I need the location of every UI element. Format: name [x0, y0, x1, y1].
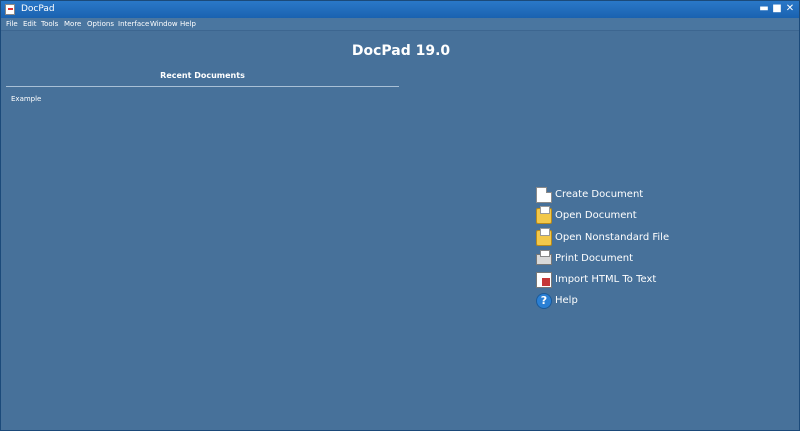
- window-title: DocPad: [21, 4, 55, 14]
- divider: [6, 86, 399, 87]
- menu-window[interactable]: Window: [150, 19, 178, 29]
- open-document-label: Open Document: [555, 210, 637, 221]
- menu-options[interactable]: Options: [87, 19, 114, 29]
- import-icon: [536, 272, 552, 288]
- open-nonstandard-file-label: Open Nonstandard File: [555, 232, 670, 243]
- open-folder-icon: [536, 228, 552, 246]
- app-window: DocPad ▬ ■ ✕ File Edit Tools More Option…: [0, 0, 800, 431]
- recent-documents-title: Recent Documents: [160, 71, 245, 80]
- printer-icon: [536, 250, 552, 265]
- new-document-icon: [536, 187, 552, 203]
- menu-edit[interactable]: Edit: [23, 19, 37, 29]
- maximize-button[interactable]: ■: [771, 3, 783, 15]
- print-document-label: Print Document: [555, 253, 633, 264]
- minimize-button[interactable]: ▬: [758, 3, 770, 15]
- title-bar[interactable]: DocPad ▬ ■ ✕: [1, 1, 799, 18]
- help-label: Help: [555, 295, 578, 306]
- help-icon: ?: [536, 293, 552, 309]
- open-folder-icon: [536, 206, 552, 224]
- menu-interface[interactable]: Interface: [118, 19, 149, 29]
- create-document-label: Create Document: [555, 189, 644, 200]
- recent-document-item[interactable]: Example: [11, 95, 41, 103]
- menu-file[interactable]: File: [6, 19, 18, 29]
- menu-help[interactable]: Help: [180, 19, 196, 29]
- menu-more[interactable]: More: [64, 19, 81, 29]
- menu-tools[interactable]: Tools: [41, 19, 58, 29]
- import-html-label: Import HTML To Text: [555, 274, 657, 285]
- close-button[interactable]: ✕: [784, 3, 796, 15]
- app-heading: DocPad 19.0: [351, 43, 451, 59]
- menu-bar: File Edit Tools More Options Interface W…: [1, 18, 799, 31]
- app-icon[interactable]: [5, 4, 15, 15]
